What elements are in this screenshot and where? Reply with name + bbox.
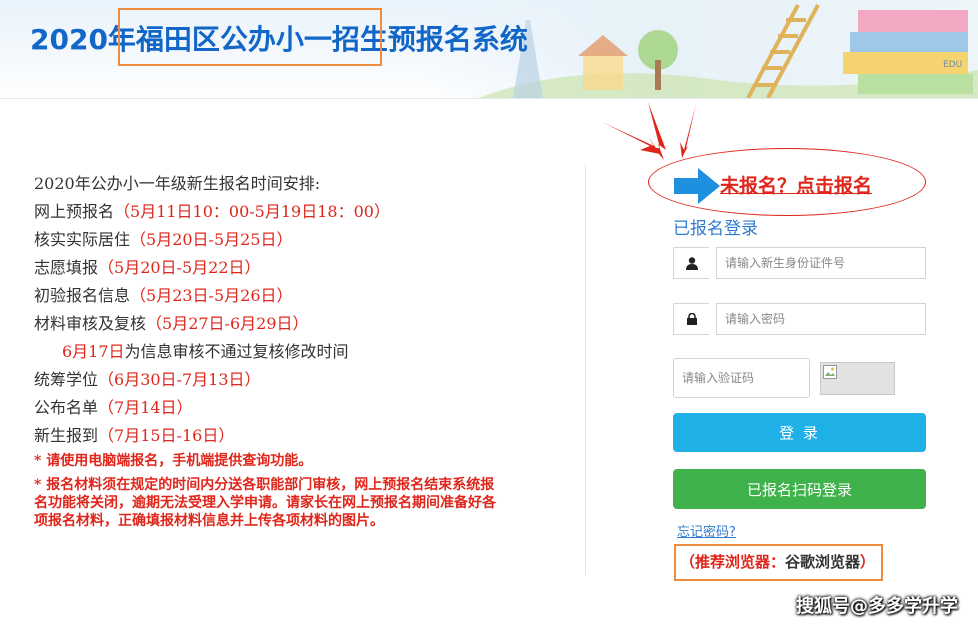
svg-text:EDU: EDU (943, 60, 962, 70)
schedule-item: 6月17日为信息审核不通过复核修改时间 (62, 342, 349, 361)
login-heading: 已报名登录 (673, 219, 758, 239)
schedule-item: 核实实际居住（5月20日-5月25日） (34, 230, 293, 249)
password-input[interactable] (716, 303, 926, 335)
schedule-item: 材料审核及复核（5月27日-6月29日） (34, 314, 309, 333)
note-item: * 请使用电脑端报名，手机端提供查询功能。 (34, 453, 313, 469)
page-header: EDU 2020年福田区公办小一招生预报名系统 (0, 0, 978, 99)
notes: * 请使用电脑端报名，手机端提供查询功能。 * 报名材料须在规定的时间内分送各职… (34, 452, 504, 536)
schedule-item: 公布名单（7月14日） (34, 398, 193, 417)
forgot-password-link[interactable]: 忘记密码? (677, 521, 736, 540)
lock-icon (673, 303, 709, 335)
register-link[interactable]: 未报名？点击报名 (720, 171, 872, 198)
captcha-image[interactable] (820, 362, 895, 395)
schedule-item: 统筹学位（6月30日-7月13日） (34, 370, 261, 389)
pointer-arrows-icon (602, 102, 696, 160)
captcha-input[interactable] (673, 358, 810, 398)
arrow-right-icon (674, 168, 720, 204)
id-number-input[interactable] (716, 247, 926, 279)
schedule-item: 新生报到（7月15日-16日） (34, 426, 235, 445)
scan-login-button[interactable]: 已报名扫码登录 (673, 469, 926, 509)
schedule-heading: 2020年公办小一年级新生报名时间安排: (34, 174, 321, 193)
login-button[interactable]: 登 录 (673, 413, 926, 452)
watermark: 搜狐号@多多学升学 (796, 596, 958, 617)
schedule-item: 初验报名信息（5月23日-5月26日） (34, 286, 293, 305)
user-icon (673, 247, 709, 279)
broken-image-icon (823, 365, 837, 379)
divider (585, 165, 586, 575)
schedule-item: 网上预报名（5月11日10：00-5月19日18：00） (34, 202, 390, 221)
title-highlight-box (118, 8, 382, 66)
note-item: * 报名材料须在规定的时间内分送各职能部门审核，网上预报名结束系统报名功能将关闭… (34, 477, 496, 529)
schedule-item: 志愿填报（5月20日-5月22日） (34, 258, 261, 277)
recommended-browser-note: （推荐浏览器：谷歌浏览器） (680, 553, 876, 571)
schedule-panel: 2020年公办小一年级新生报名时间安排: 网上预报名（5月11日10：00-5月… (34, 170, 554, 450)
